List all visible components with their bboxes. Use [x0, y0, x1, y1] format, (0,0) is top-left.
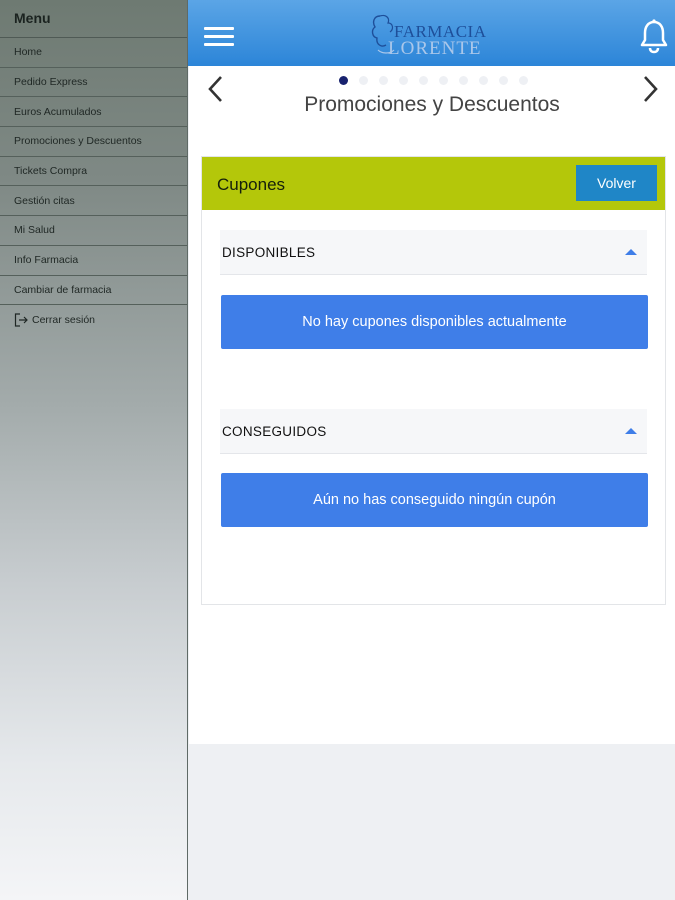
logout-icon — [14, 313, 28, 327]
page-title: Promociones y Descuentos — [304, 93, 560, 116]
carousel-dot[interactable] — [519, 76, 528, 85]
coupons-card: Cupones Volver DISPONIBLES No hay cupone… — [201, 156, 666, 605]
carousel-dot[interactable] — [419, 76, 428, 85]
carousel-dot[interactable] — [439, 76, 448, 85]
hamburger-menu-icon[interactable] — [204, 27, 234, 49]
menu-item-mi-salud[interactable]: Mi Salud — [0, 216, 187, 246]
menu-item-euros-acumulados[interactable]: Euros Acumulados — [0, 97, 187, 128]
menu-item-gestion-citas[interactable]: Gestión citas — [0, 186, 187, 217]
carousel-dots — [339, 76, 539, 85]
menu-item-tickets-compra[interactable]: Tickets Compra — [0, 157, 187, 187]
menu-item-pedido-express[interactable]: Pedido Express — [0, 68, 187, 98]
section-conseguidos[interactable]: CONSEGUIDOS — [220, 409, 647, 454]
section-title-conseguidos: CONSEGUIDOS — [222, 424, 327, 439]
carousel-dot[interactable] — [379, 76, 388, 85]
bell-icon[interactable] — [639, 18, 669, 54]
caret-up-icon — [625, 428, 637, 434]
carousel-dot[interactable] — [339, 76, 348, 85]
carousel-dot[interactable] — [399, 76, 408, 85]
menu-item-home[interactable]: Home — [0, 38, 187, 68]
logo-text-lorente: LORENTE — [388, 38, 482, 59]
app-header: FARMACIA LORENTE — [188, 0, 675, 66]
logout-label: Cerrar sesión — [32, 314, 96, 327]
section-disponibles[interactable]: DISPONIBLES — [220, 230, 647, 275]
notice-no-obtained-coupons: Aún no has conseguido ningún cupón — [221, 473, 648, 527]
carousel-dot[interactable] — [499, 76, 508, 85]
side-menu: Menu Home Pedido Express Euros Acumulado… — [0, 0, 188, 900]
menu-item-logout[interactable]: Cerrar sesión — [0, 305, 187, 335]
carousel-dot[interactable] — [359, 76, 368, 85]
carousel-dot[interactable] — [459, 76, 468, 85]
menu-title: Menu — [0, 0, 187, 38]
menu-item-info-farmacia[interactable]: Info Farmacia — [0, 246, 187, 276]
card-header: Cupones Volver — [202, 157, 665, 210]
card-title: Cupones — [217, 175, 286, 194]
notice-no-available-coupons: No hay cupones disponibles actualmente — [221, 295, 648, 349]
back-button[interactable]: Volver — [576, 165, 657, 201]
carousel-dot[interactable] — [479, 76, 488, 85]
menu-item-cambiar-farmacia[interactable]: Cambiar de farmacia — [0, 276, 187, 306]
caret-up-icon — [625, 249, 637, 255]
menu-item-promociones[interactable]: Promociones y Descuentos — [0, 127, 187, 157]
section-title-disponibles: DISPONIBLES — [222, 245, 316, 260]
main-content: Promociones y Descuentos Cupones Volver … — [189, 66, 675, 744]
pharmacy-logo: FARMACIA LORENTE — [366, 10, 506, 60]
